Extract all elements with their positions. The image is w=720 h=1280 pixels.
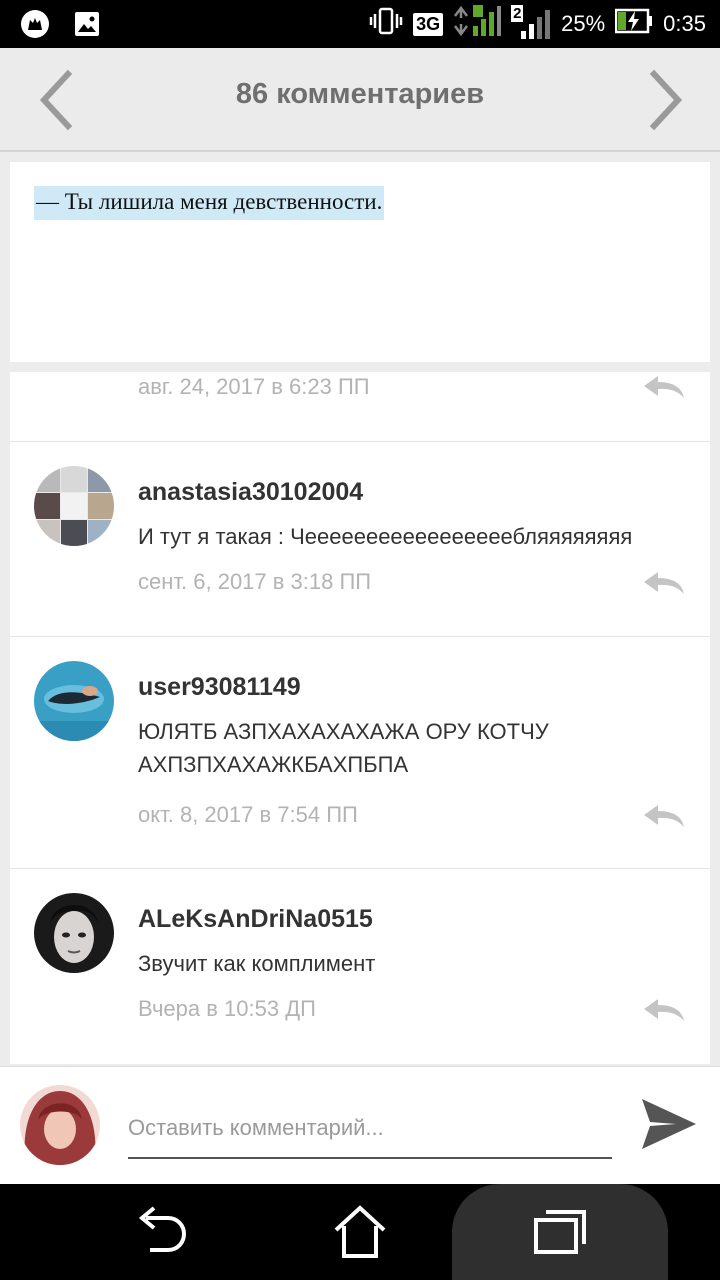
image-notification-icon: [70, 8, 104, 40]
comment-text: Звучит как комплимент: [138, 951, 376, 976]
battery-charging-icon: [614, 8, 653, 40]
recents-icon: [534, 1210, 586, 1254]
reply-icon[interactable]: [642, 374, 686, 400]
home-icon: [334, 1205, 386, 1258]
comment-item: авг. 24, 2017 в 6:23 ПП: [10, 372, 710, 442]
comment-date: Вчера в 10:53 ДП: [138, 996, 316, 1021]
reply-icon[interactable]: [642, 803, 686, 829]
vibrate-icon: [369, 6, 403, 42]
avatar[interactable]: [34, 466, 114, 546]
comment-username[interactable]: user93081149: [138, 673, 301, 702]
comment-date: окт. 8, 2017 в 7:54 ПП: [138, 802, 358, 827]
system-nav-bar: [0, 1184, 720, 1280]
comment-item: ALeKsAnDriNa0515 Звучит как комплимент В…: [10, 869, 710, 1064]
comment-username[interactable]: anastasia30102004: [138, 478, 363, 507]
comment-composer: [0, 1066, 720, 1184]
avatar[interactable]: [34, 893, 114, 973]
comment-date: авг. 24, 2017 в 6:23 ПП: [138, 374, 370, 399]
signal-icon: [453, 4, 502, 44]
comment-list[interactable]: авг. 24, 2017 в 6:23 ПП anastasia3010200…: [10, 372, 710, 1064]
my-avatar: [20, 1085, 100, 1165]
recents-button[interactable]: [532, 1204, 588, 1260]
network-type: 3G: [413, 12, 444, 36]
comment-text: ЮЛЯТБ АЗПХАХАХАХАЖА ОРУ КОТЧУ АХПЗПХАХАЖ…: [138, 719, 549, 777]
battery-percent: 25%: [561, 11, 606, 36]
send-button[interactable]: [640, 1097, 698, 1151]
back-button[interactable]: [132, 1204, 188, 1260]
back-icon: [138, 1206, 187, 1252]
post-quote: — Ты лишила меня девственности.: [34, 186, 385, 220]
comment-item: anastasia30102004 И тут я такая : Чеееее…: [10, 442, 710, 637]
page-title: 86 комментариев: [235, 78, 485, 110]
comment-input[interactable]: [128, 1105, 612, 1159]
reply-icon[interactable]: [642, 997, 686, 1023]
status-bar: 3G 2 25% 0:35: [0, 0, 720, 48]
comment-username[interactable]: ALeKsAnDriNa0515: [138, 905, 373, 934]
clock: 0:35: [663, 11, 706, 36]
post-excerpt: — Ты лишила меня девственности.: [10, 162, 710, 362]
sim2-signal-icon: 2: [511, 5, 551, 41]
reply-icon[interactable]: [642, 570, 686, 596]
send-icon: [642, 1099, 696, 1149]
comment-item: user93081149 ЮЛЯТБ АЗПХАХАХАХАЖА ОРУ КОТ…: [10, 637, 710, 869]
comment-text: И тут я такая : Чееееееееееееееееебляяяя…: [138, 524, 633, 549]
comment-date: сент. 6, 2017 в 3:18 ПП: [138, 569, 372, 594]
home-button[interactable]: [332, 1204, 388, 1260]
avatar[interactable]: [34, 661, 114, 741]
top-bar: 86 комментариев: [0, 48, 720, 152]
next-button[interactable]: [640, 68, 690, 132]
chevron-right-icon: [649, 69, 683, 131]
app-notification-icon: [18, 8, 52, 40]
